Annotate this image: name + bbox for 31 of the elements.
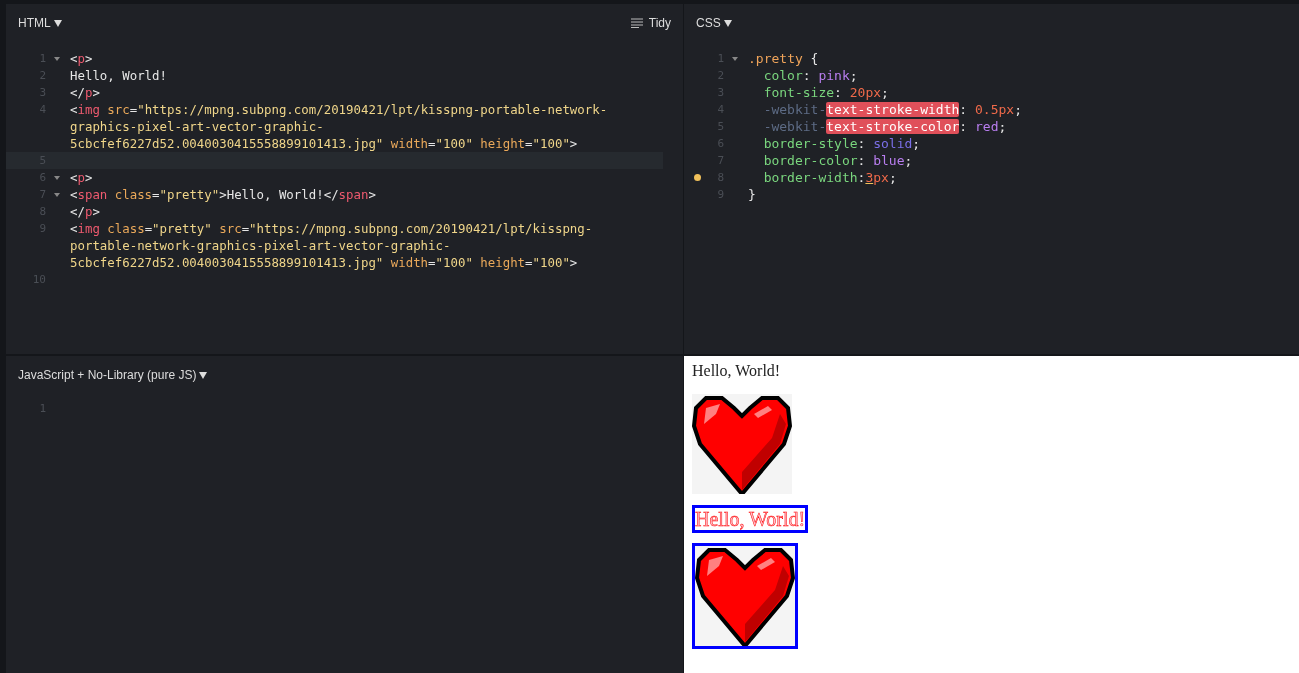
code-line: font-size: 20px; bbox=[763, 84, 889, 101]
code-line: </p> bbox=[70, 203, 101, 220]
fold-arrow-icon[interactable] bbox=[54, 193, 60, 197]
styled-text: Hello, World! bbox=[692, 505, 809, 533]
code-line: -webkit-text-stroke-width: 0.5px; bbox=[763, 101, 1022, 118]
caret-icon[interactable] bbox=[199, 371, 208, 379]
code-line: .pretty { bbox=[748, 50, 819, 67]
code-line: } bbox=[748, 186, 756, 203]
code-line: -webkit-text-stroke-color: red; bbox=[763, 118, 1007, 135]
result-text: Hello, World! bbox=[692, 362, 782, 380]
fold-arrow-icon[interactable] bbox=[54, 176, 60, 180]
caret-icon[interactable] bbox=[723, 19, 732, 27]
fold-arrow-icon[interactable] bbox=[54, 57, 60, 61]
code-line: border-width:3px; bbox=[763, 169, 897, 186]
align-lines-icon[interactable] bbox=[630, 18, 643, 28]
code-line: <p> bbox=[70, 169, 94, 186]
caret-icon[interactable] bbox=[53, 19, 62, 27]
code-line: border-color: blue; bbox=[763, 152, 913, 169]
css-language-dropdown[interactable]: CSS bbox=[696, 16, 721, 30]
code-line: <img class="pretty" src="https://mpng.subpng.com/20190421/lpt/kisspng-portable-network-graphics-pixel-art-vector-graphic-5cbcfef6227d52.0040030415558899101413.jpg" width="100" height="100"> bbox=[70, 220, 594, 271]
code-line: <p> bbox=[70, 50, 94, 67]
html-language-dropdown[interactable]: HTML bbox=[18, 16, 51, 30]
tidy-button[interactable]: Tidy bbox=[648, 16, 671, 30]
code-line: </p> bbox=[70, 84, 101, 101]
fold-arrow-icon[interactable] bbox=[732, 57, 738, 61]
code-line: color: pink; bbox=[763, 67, 858, 84]
code-line: <span class="pretty">Hello, World!</span> bbox=[70, 186, 377, 203]
javascript-language-dropdown[interactable]: JavaScript + No-Library (pure JS) bbox=[18, 368, 197, 382]
code-line: <img src="https://mpng.subpng.com/20190421/lpt/kisspng-portable-network-graphics-pixel-art-vector-graphic-5cbcfef6227d52.0040030415558899101413.jpg" width="100" height="100"> bbox=[70, 101, 609, 152]
code-line: border-style: solid; bbox=[763, 135, 921, 152]
code-line: Hello, World! bbox=[70, 67, 168, 84]
